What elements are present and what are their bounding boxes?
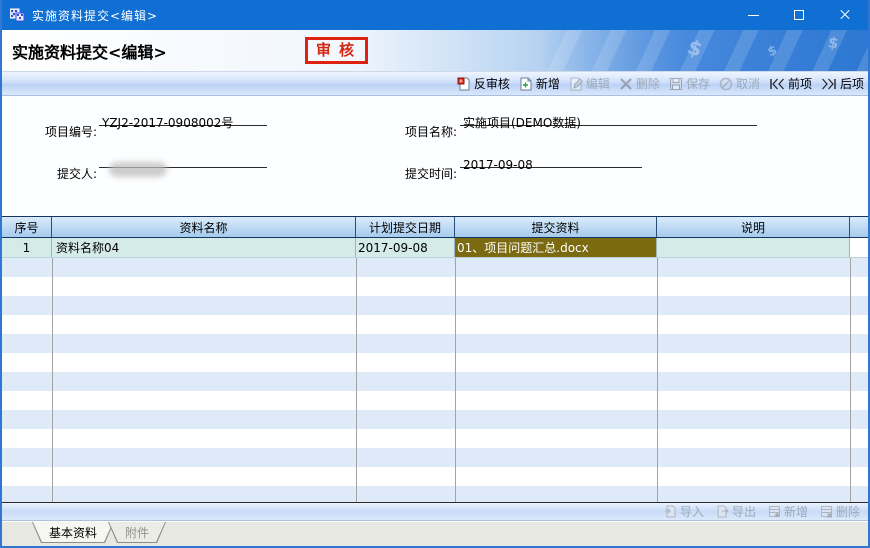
window-controls bbox=[730, 0, 868, 30]
next-item-icon bbox=[821, 78, 837, 90]
table-empty-area bbox=[2, 258, 868, 503]
next-item-button[interactable]: 后项 bbox=[821, 75, 864, 92]
bottom-tabstrip: 基本资料 附件 bbox=[2, 521, 868, 546]
maximize-button[interactable] bbox=[776, 0, 822, 30]
header-decoration: $ $ $ bbox=[538, 30, 868, 71]
cancel-button[interactable]: 取消 bbox=[719, 75, 760, 92]
column-header-seq[interactable]: 序号 bbox=[2, 217, 52, 237]
approved-stamp: 审核 bbox=[305, 37, 368, 64]
table-row[interactable]: 1 资料名称04 2017-09-08 01、项目问题汇总.docx bbox=[2, 238, 868, 258]
export-icon bbox=[716, 505, 729, 518]
column-header-submit-doc[interactable]: 提交资料 bbox=[455, 217, 657, 237]
table-toolbar: 导入 导出 新增 删除 bbox=[2, 503, 868, 521]
save-button[interactable]: 保存 bbox=[669, 75, 710, 92]
project-no-field[interactable]: YZJ2-2017-0908002号 bbox=[99, 108, 267, 126]
edit-button[interactable]: 编辑 bbox=[569, 75, 610, 92]
cell-plan-date[interactable]: 2017-09-08 bbox=[356, 238, 455, 257]
grid-line bbox=[356, 258, 357, 502]
cell-seq[interactable]: 1 bbox=[2, 238, 52, 257]
delete-icon bbox=[619, 77, 633, 91]
cell-filler bbox=[850, 238, 868, 257]
detail-form: 项目编号: YZJ2-2017-0908002号 项目名称: 实施项目(DEMO… bbox=[2, 96, 868, 216]
add-new-button[interactable]: 新增 bbox=[519, 75, 560, 92]
unapprove-icon bbox=[457, 77, 471, 91]
grid-line bbox=[850, 258, 851, 502]
close-button[interactable] bbox=[822, 0, 868, 30]
submit-time-field[interactable]: 2017-09-08 bbox=[460, 150, 642, 168]
dollar-watermark: $ bbox=[766, 43, 780, 60]
minimize-button[interactable] bbox=[730, 0, 776, 30]
submitter-field[interactable] bbox=[99, 150, 267, 168]
add-row-button[interactable]: 新增 bbox=[768, 503, 808, 520]
app-icon bbox=[10, 8, 25, 22]
close-icon bbox=[839, 9, 851, 21]
submit-time-label: 提交时间: bbox=[362, 165, 457, 182]
materials-table: 序号 资料名称 计划提交日期 提交资料 说明 1 资料名称04 2017-09-… bbox=[2, 216, 868, 503]
dollar-watermark: $ bbox=[685, 34, 706, 61]
window-title: 实施资料提交<编辑> bbox=[32, 7, 158, 24]
app-window: 实施资料提交<编辑> 实施资料提交<编辑> 审核 $ $ $ 反审核 bbox=[0, 0, 870, 548]
page-title: 实施资料提交<编辑> bbox=[12, 39, 167, 63]
prev-item-icon bbox=[769, 78, 785, 90]
tab-basic-info[interactable]: 基本资料 bbox=[32, 522, 114, 543]
column-header-plan-date[interactable]: 计划提交日期 bbox=[356, 217, 455, 237]
delete-row-icon bbox=[820, 505, 833, 518]
main-toolbar: 反审核 新增 编辑 删除 bbox=[2, 72, 868, 96]
project-name-label: 项目名称: bbox=[362, 123, 457, 140]
column-header-name[interactable]: 资料名称 bbox=[52, 217, 356, 237]
project-name-field[interactable]: 实施项目(DEMO数据) bbox=[460, 108, 757, 126]
delete-button[interactable]: 删除 bbox=[619, 75, 660, 92]
grid-line bbox=[52, 258, 53, 502]
project-no-label: 项目编号: bbox=[2, 123, 97, 140]
table-header-row: 序号 资料名称 计划提交日期 提交资料 说明 bbox=[2, 217, 868, 238]
titlebar: 实施资料提交<编辑> bbox=[2, 0, 868, 30]
unapprove-button[interactable]: 反审核 bbox=[457, 75, 510, 92]
export-button[interactable]: 导出 bbox=[716, 503, 756, 520]
cell-note[interactable] bbox=[657, 238, 850, 257]
maximize-icon bbox=[794, 10, 804, 20]
cell-name[interactable]: 资料名称04 bbox=[52, 238, 356, 257]
cancel-icon bbox=[719, 77, 733, 91]
submitter-redacted-value bbox=[109, 162, 167, 177]
page-header: 实施资料提交<编辑> 审核 $ $ $ bbox=[2, 30, 868, 72]
delete-row-button[interactable]: 删除 bbox=[820, 503, 860, 520]
import-button[interactable]: 导入 bbox=[664, 503, 704, 520]
tab-attachments[interactable]: 附件 bbox=[108, 522, 166, 543]
minimize-icon bbox=[748, 15, 759, 16]
save-icon bbox=[669, 77, 683, 91]
dollar-watermark: $ bbox=[827, 33, 840, 53]
column-header-filler bbox=[850, 217, 868, 237]
edit-icon bbox=[569, 77, 583, 91]
import-icon bbox=[664, 505, 677, 518]
grid-line bbox=[455, 258, 456, 502]
add-row-icon bbox=[768, 505, 781, 518]
submitter-label: 提交人: bbox=[2, 165, 97, 182]
column-header-note[interactable]: 说明 bbox=[657, 217, 850, 237]
grid-line bbox=[657, 258, 658, 502]
cell-submit-doc-selected[interactable]: 01、项目问题汇总.docx bbox=[455, 238, 657, 257]
previous-item-button[interactable]: 前项 bbox=[769, 75, 812, 92]
add-new-icon bbox=[519, 77, 533, 91]
